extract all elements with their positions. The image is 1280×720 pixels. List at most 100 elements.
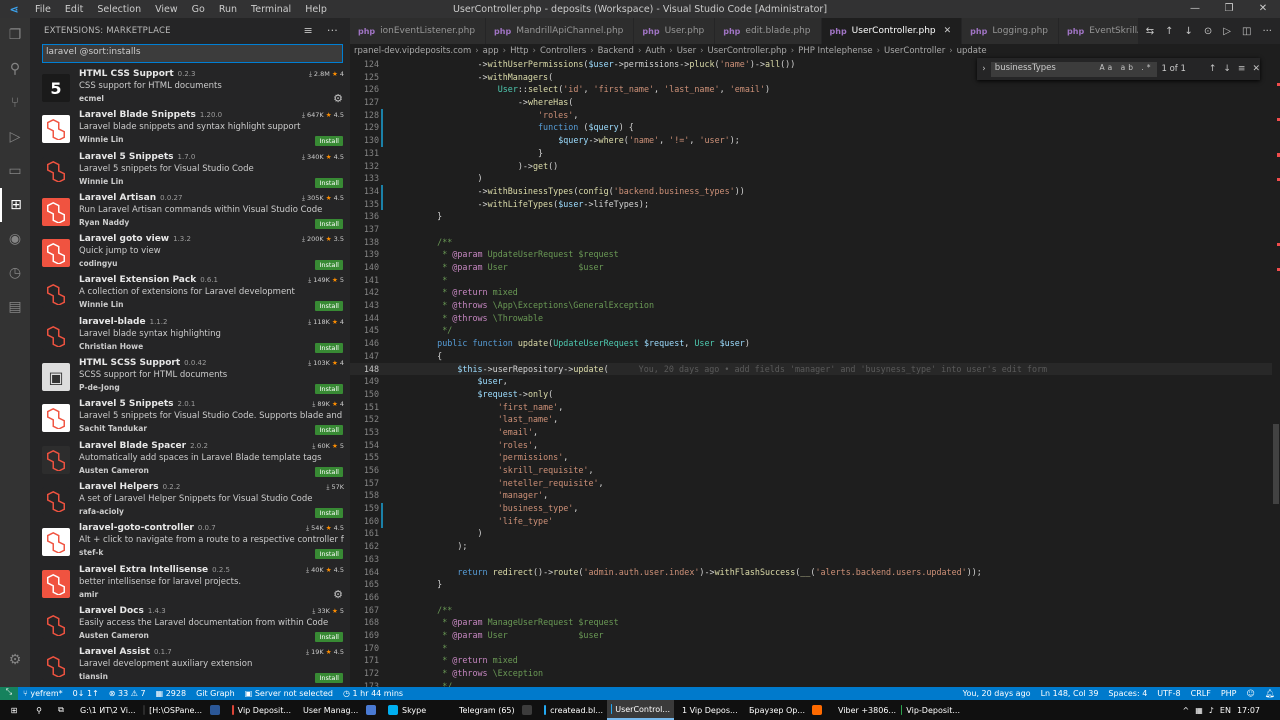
code-line[interactable]: 148 $this->userRepository->update(You, 2… bbox=[350, 362, 1280, 376]
code-line[interactable]: 141 * bbox=[350, 274, 1280, 287]
extension-item[interactable]: Laravel Helpers 0.2.2 A set of Laravel Hel… bbox=[30, 481, 350, 522]
code-line[interactable]: 162 ); bbox=[350, 540, 1280, 553]
code-line[interactable]: 172 * @throws \Exception bbox=[350, 667, 1280, 680]
menu-item-go[interactable]: Go bbox=[185, 4, 212, 15]
close-icon[interactable]: ✕ bbox=[1246, 0, 1280, 18]
extension-search-input[interactable]: laravel @sort:installs bbox=[42, 44, 343, 63]
code-line[interactable]: 151 'first_name', bbox=[350, 401, 1280, 414]
code-line[interactable]: 149 $user, bbox=[350, 375, 1280, 388]
install-button[interactable]: Install bbox=[315, 301, 343, 312]
filter-menu-icon[interactable]: ≡ bbox=[303, 24, 312, 37]
taskbar-app[interactable]: Vip-Deposit... bbox=[897, 700, 964, 720]
taskbar-app[interactable]: UserControl... bbox=[607, 700, 674, 720]
code-editor[interactable]: 124 ->withUserPermissions($user->permiss… bbox=[350, 58, 1280, 687]
git-branch[interactable]: ⑂ yefrem* bbox=[18, 689, 68, 698]
code-line[interactable]: 166 bbox=[350, 591, 1280, 604]
task-view-icon[interactable]: ⧉ bbox=[50, 700, 72, 720]
menu-item-selection[interactable]: Selection bbox=[90, 4, 148, 15]
more-actions-icon[interactable]: ··· bbox=[327, 24, 338, 37]
find-input[interactable]: businessTypes Aa ab .* bbox=[990, 61, 1157, 77]
find-options-icon[interactable]: Aa ab .* bbox=[1100, 63, 1154, 72]
editor-tab[interactable]: php UserController.php ✕ bbox=[821, 18, 963, 44]
menu-item-file[interactable]: File bbox=[28, 4, 58, 15]
file-count[interactable]: ▦ 2928 bbox=[151, 689, 191, 698]
network-icon[interactable]: ▦ bbox=[1195, 706, 1203, 715]
more-icon[interactable]: ··· bbox=[1262, 26, 1272, 37]
breadcrumb-item[interactable]: Auth bbox=[645, 46, 665, 56]
install-button[interactable]: Install bbox=[315, 177, 343, 188]
close-find-icon[interactable]: ✕ bbox=[1252, 64, 1260, 74]
editor-tab[interactable]: php Logging.php bbox=[962, 18, 1060, 44]
code-line[interactable]: 129 function ($query) { bbox=[350, 121, 1280, 134]
extension-item[interactable]: Laravel 5 Snippets 2.0.1 Laravel 5 snippet… bbox=[30, 398, 350, 439]
source-control-icon[interactable]: ⑂ bbox=[0, 86, 30, 120]
code-line[interactable]: 168 * @param ManageUserRequest $request bbox=[350, 616, 1280, 629]
start-button[interactable]: ⊞ bbox=[0, 700, 28, 720]
code-line[interactable]: 173 */ bbox=[350, 680, 1280, 687]
breadcrumb-item[interactable]: rpanel-dev.vipdeposits.com bbox=[354, 46, 471, 56]
code-line[interactable]: 131 } bbox=[350, 147, 1280, 160]
menu-item-view[interactable]: View bbox=[148, 4, 185, 15]
volume-icon[interactable]: ♪ bbox=[1209, 706, 1214, 715]
close-tab-icon[interactable]: ✕ bbox=[944, 26, 952, 36]
settings-gear-icon[interactable]: ⚙ bbox=[0, 643, 30, 677]
code-line[interactable]: 170 * bbox=[350, 642, 1280, 655]
code-line[interactable]: 146 public function update(UpdateUserReq… bbox=[350, 337, 1280, 350]
code-line[interactable]: 171 * @return mixed bbox=[350, 654, 1280, 667]
extension-item[interactable]: Laravel Blade Spacer 2.0.2 Automatically a… bbox=[30, 440, 350, 481]
install-button[interactable]: Install bbox=[315, 218, 343, 229]
line-ending[interactable]: CRLF bbox=[1186, 689, 1216, 698]
prev-match-icon[interactable]: ↑ bbox=[1209, 64, 1217, 74]
taskbar-app[interactable]: createad.bl... bbox=[540, 700, 607, 720]
server-status[interactable]: ▣ Server not selected bbox=[240, 689, 338, 698]
taskbar-app[interactable] bbox=[206, 700, 228, 720]
code-line[interactable]: 145 */ bbox=[350, 324, 1280, 337]
code-line[interactable]: 127 ->whereHas( bbox=[350, 96, 1280, 109]
code-line[interactable]: 130 $query->where('name', '!=', 'user'); bbox=[350, 134, 1280, 147]
taskbar-app[interactable] bbox=[518, 700, 540, 720]
code-line[interactable]: 161 ) bbox=[350, 527, 1280, 540]
cursor-position[interactable]: Ln 148, Col 39 bbox=[1036, 689, 1104, 698]
code-line[interactable]: 134 ->withBusinessTypes(config('backend.… bbox=[350, 185, 1280, 198]
extension-item[interactable]: 5 HTML CSS Support 0.2.3 CSS support for HT… bbox=[30, 68, 350, 109]
editor-tab[interactable]: php ionEventListener.php bbox=[350, 18, 487, 44]
install-button[interactable]: Install bbox=[315, 136, 343, 147]
menu-item-run[interactable]: Run bbox=[212, 4, 244, 15]
code-line[interactable]: 128 'roles', bbox=[350, 109, 1280, 122]
taskbar-app[interactable] bbox=[362, 700, 384, 720]
breadcrumb-item[interactable]: Controllers bbox=[540, 46, 586, 56]
extension-item[interactable]: laravel-goto-controller 0.0.7 Alt + click … bbox=[30, 522, 350, 563]
taskbar-app[interactable]: 1 Vip Depos... bbox=[674, 700, 741, 720]
extension-item[interactable]: Laravel Artisan 0.0.27 Run Laravel Artisan… bbox=[30, 192, 350, 233]
menu-item-terminal[interactable]: Terminal bbox=[244, 4, 298, 15]
manage-gear-icon[interactable]: ⚙ bbox=[333, 588, 343, 601]
explorer-icon[interactable]: ❐ bbox=[0, 18, 30, 52]
code-line[interactable]: 136 } bbox=[350, 210, 1280, 223]
code-line[interactable]: 153 'email', bbox=[350, 426, 1280, 439]
install-button[interactable]: Install bbox=[315, 507, 343, 518]
menu-item-edit[interactable]: Edit bbox=[58, 4, 90, 15]
search-icon[interactable]: ⚲ bbox=[0, 52, 30, 86]
taskbar-app[interactable]: Браузер Op... bbox=[741, 700, 808, 720]
code-line[interactable]: 156 'skrill_requisite', bbox=[350, 464, 1280, 477]
taskbar-search-icon[interactable]: ⚲ bbox=[28, 700, 50, 720]
extension-item[interactable]: Laravel Assist 0.1.7 Laravel development a… bbox=[30, 646, 350, 687]
code-line[interactable]: 150 $request->only( bbox=[350, 388, 1280, 401]
manage-gear-icon[interactable]: ⚙ bbox=[333, 92, 343, 105]
taskbar-app[interactable]: Viber +3806... bbox=[830, 700, 897, 720]
code-line[interactable]: 157 'neteller_requisite', bbox=[350, 477, 1280, 490]
next-change-icon[interactable]: ↓ bbox=[1185, 26, 1193, 37]
code-line[interactable]: 154 'roles', bbox=[350, 439, 1280, 452]
editor-tab[interactable]: php MandrillApiChannel.php bbox=[486, 18, 635, 44]
folder-icon[interactable]: ▤ bbox=[0, 290, 30, 324]
taskbar-app[interactable]: G:\1 ИТ\2 Vi... bbox=[72, 700, 139, 720]
prev-change-icon[interactable]: ↑ bbox=[1165, 26, 1173, 37]
install-button[interactable]: Install bbox=[315, 342, 343, 353]
feedback-icon[interactable]: ☺ bbox=[1242, 689, 1260, 698]
wakatime[interactable]: ◷ 1 hr 44 mins bbox=[338, 689, 408, 698]
timeline-icon[interactable]: ◷ bbox=[0, 256, 30, 290]
extension-item[interactable]: Laravel goto view 1.3.2 Quick jump to view… bbox=[30, 233, 350, 274]
find-in-selection-icon[interactable]: ≡ bbox=[1238, 64, 1246, 74]
install-button[interactable]: Install bbox=[315, 260, 343, 271]
breadcrumb-item[interactable]: Http bbox=[510, 46, 528, 56]
